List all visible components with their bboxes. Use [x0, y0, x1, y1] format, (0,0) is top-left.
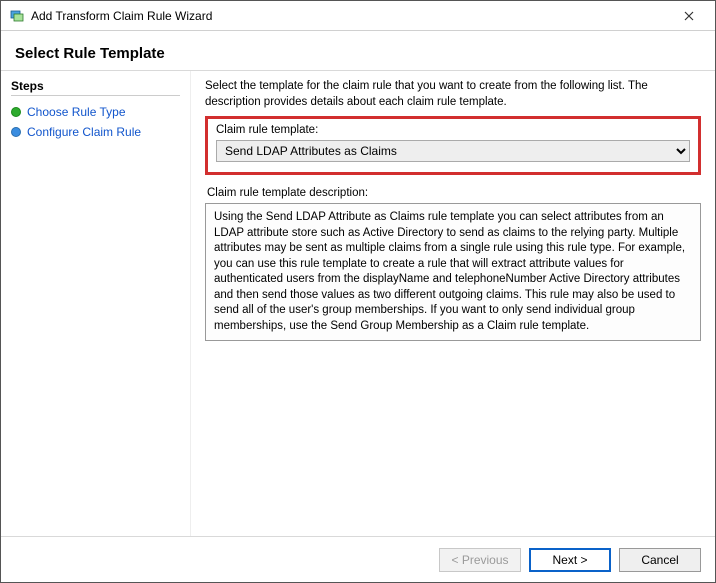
main-panel: Select the template for the claim rule t… [191, 71, 715, 536]
template-field-highlight: Claim rule template: Send LDAP Attribute… [205, 116, 701, 175]
titlebar: Add Transform Claim Rule Wizard [1, 1, 715, 31]
description-label: Claim rule template description: [207, 187, 701, 199]
claim-rule-template-select[interactable]: Send LDAP Attributes as Claims [216, 140, 690, 162]
body: Steps Choose Rule Type Configure Claim R… [1, 70, 715, 536]
template-select-wrap: Send LDAP Attributes as Claims [216, 140, 690, 162]
window-title: Add Transform Claim Rule Wizard [31, 9, 669, 23]
steps-heading: Steps [11, 79, 180, 96]
cancel-button[interactable]: Cancel [619, 548, 701, 572]
template-label: Claim rule template: [216, 124, 690, 136]
next-button[interactable]: Next > [529, 548, 611, 572]
wizard-window: Add Transform Claim Rule Wizard Select R… [0, 0, 716, 583]
step-configure-claim-rule[interactable]: Configure Claim Rule [11, 122, 180, 142]
step-label: Configure Claim Rule [27, 125, 141, 139]
previous-button: < Previous [439, 548, 521, 572]
step-current-icon [11, 127, 21, 137]
steps-sidebar: Steps Choose Rule Type Configure Claim R… [1, 71, 191, 536]
description-box: Using the Send LDAP Attribute as Claims … [205, 203, 701, 341]
header: Select Rule Template [1, 31, 715, 70]
intro-text: Select the template for the claim rule t… [205, 79, 701, 110]
close-button[interactable] [669, 2, 709, 30]
wizard-icon [9, 8, 25, 24]
step-choose-rule-type[interactable]: Choose Rule Type [11, 102, 180, 122]
step-label: Choose Rule Type [27, 105, 126, 119]
footer: < Previous Next > Cancel [1, 536, 715, 582]
page-title: Select Rule Template [15, 45, 701, 62]
step-complete-icon [11, 107, 21, 117]
